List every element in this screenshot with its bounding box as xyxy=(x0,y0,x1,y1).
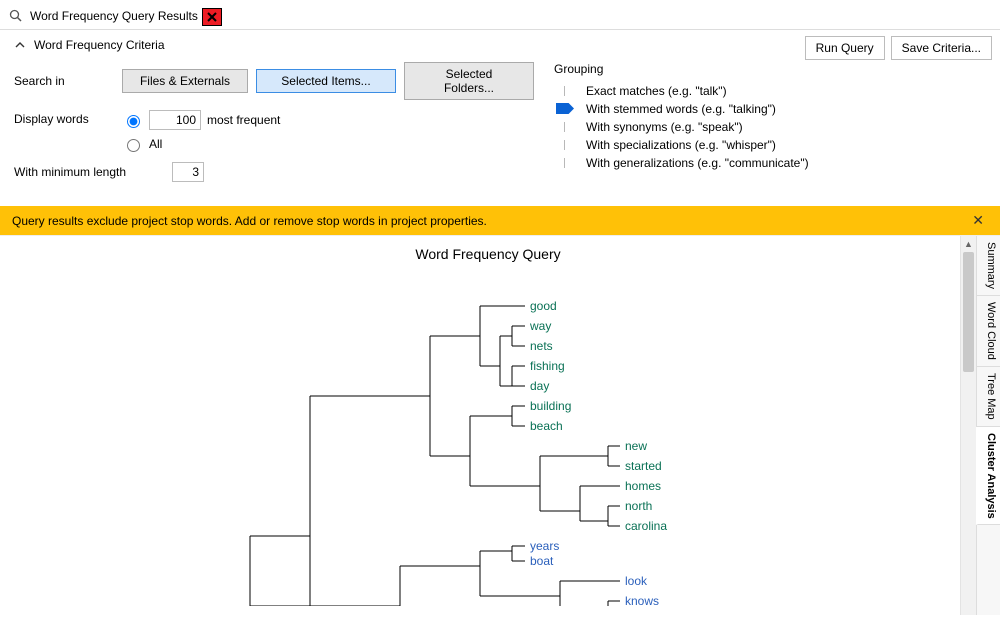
leaf-good[interactable]: good xyxy=(530,299,557,313)
grouping-option-label: With synonyms (e.g. "speak") xyxy=(586,120,743,134)
leaf-carolina[interactable]: carolina xyxy=(625,519,667,533)
tab-title: Word Frequency Query Results xyxy=(30,9,198,23)
most-frequent-count-input[interactable] xyxy=(149,110,201,130)
result-canvas: Word Frequency Query xyxy=(0,236,976,615)
notice-text: Query results exclude project stop words… xyxy=(12,214,487,228)
files-externals-button[interactable]: Files & Externals xyxy=(122,69,248,93)
leaf-started[interactable]: started xyxy=(625,459,662,473)
vertical-scrollbar[interactable]: ▲ xyxy=(960,236,976,615)
side-tabs: Summary Word Cloud Tree Map Cluster Anal… xyxy=(976,236,1000,615)
tab-bar: Word Frequency Query Results xyxy=(0,0,1000,30)
close-tab-button[interactable] xyxy=(202,8,222,26)
scrollbar-thumb[interactable] xyxy=(963,252,974,372)
selected-items-button[interactable]: Selected Items... xyxy=(256,69,396,93)
grouping-option-label: With stemmed words (e.g. "talking") xyxy=(586,102,776,116)
grouping-option-label: Exact matches (e.g. "talk") xyxy=(586,84,727,98)
leaf-way[interactable]: way xyxy=(530,319,551,333)
selected-folders-button[interactable]: Selected Folders... xyxy=(404,62,534,100)
slider-thumb-icon[interactable] xyxy=(556,103,574,114)
search-icon xyxy=(8,8,24,24)
most-frequent-radio[interactable] xyxy=(127,115,140,128)
search-in-label: Search in xyxy=(14,74,114,88)
tab-word-cloud[interactable]: Word Cloud xyxy=(977,296,1000,367)
leaf-knows[interactable]: knows xyxy=(625,594,659,608)
min-length-label: With minimum length xyxy=(14,165,164,179)
leaf-day[interactable]: day xyxy=(530,379,549,393)
leaf-building[interactable]: building xyxy=(530,399,571,413)
tab-summary[interactable]: Summary xyxy=(977,236,1000,296)
leaf-need[interactable]: need xyxy=(625,614,652,615)
chart-title: Word Frequency Query xyxy=(0,236,976,266)
most-frequent-label: most frequent xyxy=(207,113,280,127)
grouping-option-specializations[interactable]: With specializations (e.g. "whisper") xyxy=(554,136,986,154)
leaf-new[interactable]: new xyxy=(625,439,647,453)
leaf-homes[interactable]: homes xyxy=(625,479,661,493)
document-tab[interactable]: Word Frequency Query Results xyxy=(6,4,198,30)
leaf-fishing[interactable]: fishing xyxy=(530,359,565,373)
grouping-label: Grouping xyxy=(554,62,986,76)
notice-bar: Query results exclude project stop words… xyxy=(0,206,1000,235)
chevron-up-icon xyxy=(14,39,26,51)
save-criteria-button[interactable]: Save Criteria... xyxy=(891,36,992,60)
leaf-beach[interactable]: beach xyxy=(530,419,563,433)
all-label: All xyxy=(149,137,162,151)
leaf-nets[interactable]: nets xyxy=(530,339,553,353)
dendrogram-svg xyxy=(0,266,700,606)
grouping-option-label: With specializations (e.g. "whisper") xyxy=(586,138,776,152)
all-radio[interactable] xyxy=(127,139,140,152)
min-length-input[interactable] xyxy=(172,162,204,182)
run-query-button[interactable]: Run Query xyxy=(805,36,885,60)
tab-tree-map[interactable]: Tree Map xyxy=(977,367,1000,427)
grouping-option-synonyms[interactable]: With synonyms (e.g. "speak") xyxy=(554,118,986,136)
grouping-option-label: With generalizations (e.g. "communicate"… xyxy=(586,156,809,170)
criteria-panel: Run Query Save Criteria... Word Frequenc… xyxy=(0,30,1000,206)
leaf-look[interactable]: look xyxy=(625,574,647,588)
dendrogram: good way nets fishing day building beach… xyxy=(0,266,976,606)
results-area: Word Frequency Query xyxy=(0,235,1000,615)
leaf-north[interactable]: north xyxy=(625,499,652,513)
grouping-slider[interactable]: Exact matches (e.g. "talk") With stemmed… xyxy=(554,82,986,172)
display-words-label: Display words xyxy=(14,110,114,126)
grouping-option-exact[interactable]: Exact matches (e.g. "talk") xyxy=(554,82,986,100)
leaf-boat[interactable]: boat xyxy=(530,554,553,568)
scroll-up-arrow-icon[interactable]: ▲ xyxy=(961,236,976,252)
grouping-option-generalizations[interactable]: With generalizations (e.g. "communicate"… xyxy=(554,154,986,172)
notice-close-button[interactable]: ✕ xyxy=(968,212,988,229)
panel-title: Word Frequency Criteria xyxy=(34,38,165,52)
grouping-option-stemmed[interactable]: With stemmed words (e.g. "talking") xyxy=(554,100,986,118)
leaf-years[interactable]: years xyxy=(530,539,559,553)
tab-cluster-analysis[interactable]: Cluster Analysis xyxy=(976,427,1000,526)
